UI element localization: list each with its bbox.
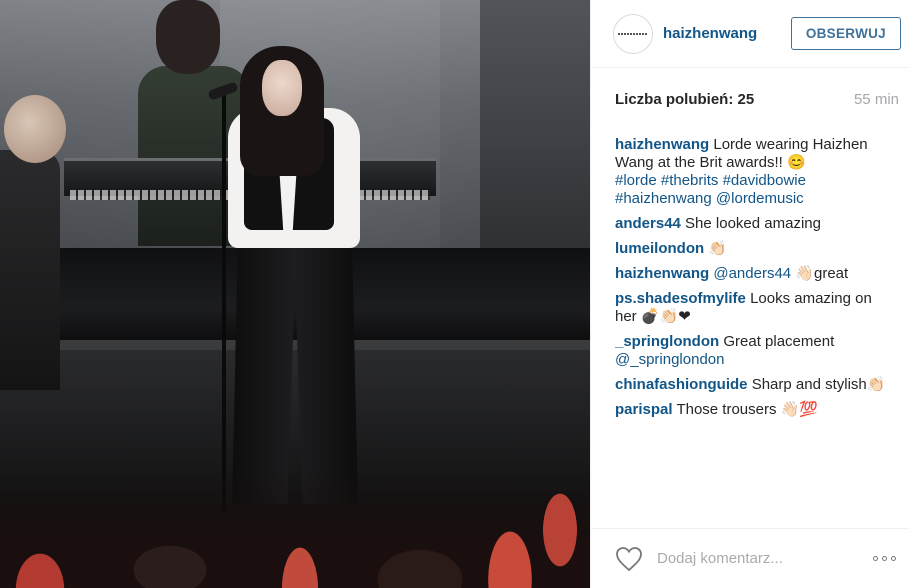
more-options-icon[interactable] xyxy=(867,550,902,567)
follow-button[interactable]: OBSERWUJ xyxy=(790,17,901,50)
post-sidebar: haizhenwang OBSERWUJ Liczba polubień: 25… xyxy=(590,0,909,588)
pianist-body xyxy=(0,150,60,390)
comment-item: chinafashionguide Sharp and stylish👏🏻 xyxy=(615,376,897,394)
comment-username[interactable]: parispal xyxy=(615,401,673,418)
comment-text: Sharp and stylish👏🏻 xyxy=(751,376,886,393)
post-modal: haizhenwang OBSERWUJ Liczba polubień: 25… xyxy=(0,0,909,588)
comment-text: 👋🏻great xyxy=(795,265,849,282)
add-comment-input[interactable] xyxy=(657,550,837,567)
likes-count[interactable]: Liczba polubień: 25 xyxy=(615,91,754,108)
comment-text: She looked amazing xyxy=(685,215,821,232)
caption-username[interactable]: haizhenwang xyxy=(615,136,709,153)
comment-mention[interactable]: @anders44 xyxy=(713,265,791,282)
comment-username[interactable]: lumeilondon xyxy=(615,240,704,257)
comment-mention[interactable]: @_springlondon xyxy=(615,351,724,368)
post-header: haizhenwang OBSERWUJ xyxy=(591,0,909,68)
comment-item: haizhenwang @anders44 👋🏻great xyxy=(615,265,897,283)
caption-hashtags[interactable]: #lorde #thebrits #davidbowie #haizhenwan… xyxy=(615,172,806,207)
comment-username[interactable]: haizhenwang xyxy=(615,265,709,282)
comment-username[interactable]: chinafashionguide xyxy=(615,376,748,393)
comment-bar xyxy=(591,528,909,588)
comment-item: parispal Those trousers 👋🏻💯 xyxy=(615,401,897,419)
stage-screen-right xyxy=(480,0,590,260)
comment-text: 👏🏻 xyxy=(708,240,728,257)
post-photo[interactable] xyxy=(0,0,590,588)
comment-text: Great placement xyxy=(723,333,835,350)
comment-username[interactable]: ps.shadesofmylife xyxy=(615,290,746,307)
comment-text: Those trousers 👋🏻💯 xyxy=(676,401,818,418)
comment-username[interactable]: anders44 xyxy=(615,215,681,232)
musician-head xyxy=(156,0,220,74)
caption: haizhenwang Lorde wearing Haizhen Wang a… xyxy=(615,136,897,208)
dot-icon xyxy=(882,556,887,561)
heart-icon[interactable] xyxy=(615,546,643,572)
singer-face xyxy=(262,60,302,116)
crowd xyxy=(0,470,590,588)
profile-avatar[interactable] xyxy=(613,13,653,54)
comment-item: ps.shadesofmylife Looks amazing on her 💣… xyxy=(615,290,897,326)
comments-list: haizhenwang Lorde wearing Haizhen Wang a… xyxy=(591,130,909,419)
comment-username[interactable]: _springlondon xyxy=(615,333,719,350)
avatar-logo xyxy=(618,32,648,35)
comment-item: _springlondon Great placement @_springlo… xyxy=(615,333,897,369)
header-username[interactable]: haizhenwang xyxy=(663,25,757,42)
post-time[interactable]: 55 min xyxy=(854,91,899,108)
pianist-head xyxy=(4,95,66,163)
dot-icon xyxy=(891,556,896,561)
likes-row: Liczba polubień: 25 55 min xyxy=(591,68,909,130)
dot-icon xyxy=(873,556,878,561)
comment-item: anders44 She looked amazing xyxy=(615,215,897,233)
comment-item: lumeilondon 👏🏻 xyxy=(615,240,897,258)
mic-stand xyxy=(222,92,226,512)
